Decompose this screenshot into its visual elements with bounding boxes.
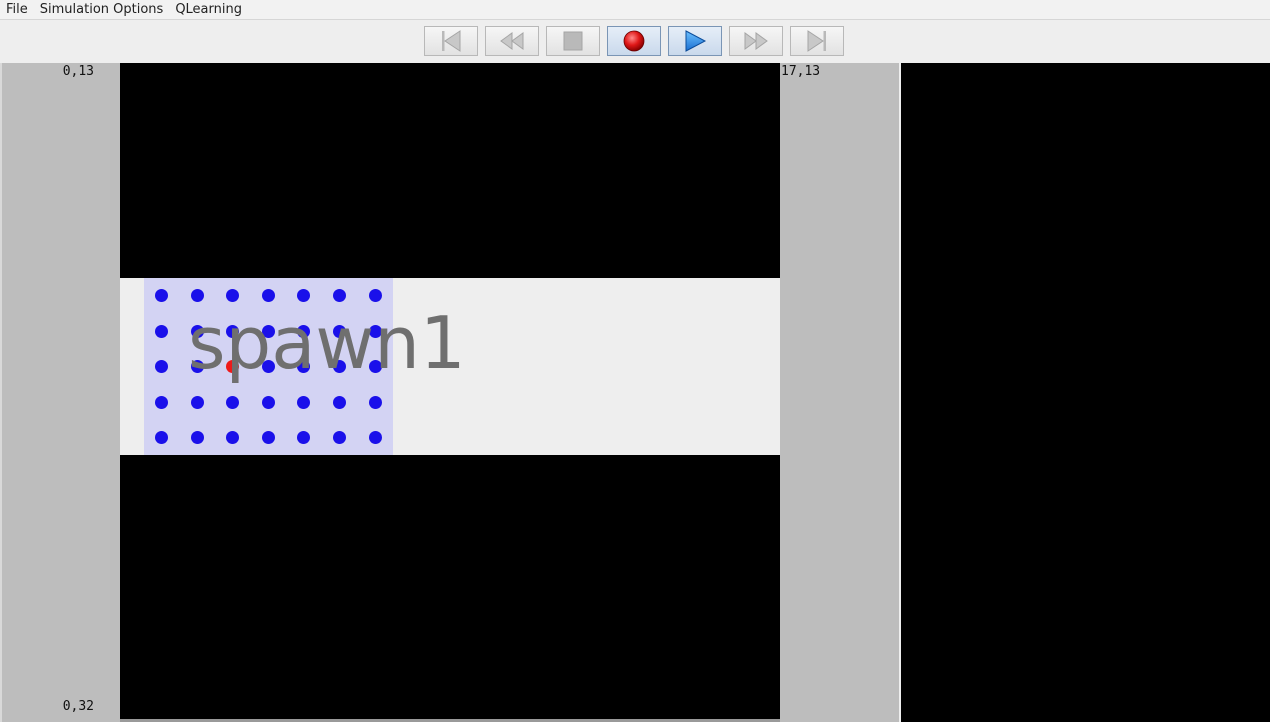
agent[interactable] xyxy=(155,360,168,374)
coord-top-right: 17,13 xyxy=(781,64,821,79)
agent[interactable] xyxy=(297,395,311,409)
menu-qlearning[interactable]: QLearning xyxy=(169,0,248,20)
agent[interactable] xyxy=(368,431,382,445)
play-icon xyxy=(685,30,707,52)
skip-to-start-button[interactable] xyxy=(424,26,478,56)
skip-end-icon xyxy=(807,30,826,52)
agent[interactable] xyxy=(155,289,168,302)
agent[interactable] xyxy=(190,431,204,445)
left-coordinate-gutter: 0,13 0,32 xyxy=(0,63,120,722)
skip-to-end-button[interactable] xyxy=(790,26,844,56)
coord-bottom-left: 0,32 xyxy=(62,699,94,714)
spawn-label: spawn1 xyxy=(188,301,466,385)
stop-icon xyxy=(563,31,583,51)
menu-file[interactable]: File xyxy=(0,0,34,20)
agent[interactable] xyxy=(155,324,168,338)
agent[interactable] xyxy=(297,431,311,445)
agent[interactable] xyxy=(333,395,346,409)
agent[interactable] xyxy=(333,431,346,445)
agent[interactable] xyxy=(226,395,240,409)
fast-forward-icon xyxy=(744,32,768,50)
menu-bar: File Simulation Options QLearning xyxy=(0,0,1270,20)
stop-button[interactable] xyxy=(546,26,600,56)
playback-toolbar xyxy=(0,20,1270,62)
walkable-corridor: spawn1 xyxy=(120,278,780,455)
spawn-area[interactable]: spawn1 xyxy=(144,278,466,455)
agent[interactable] xyxy=(261,431,275,445)
coord-top-left: 0,13 xyxy=(62,64,94,79)
rewind-icon xyxy=(500,32,524,50)
agent[interactable] xyxy=(155,395,168,409)
rewind-button[interactable] xyxy=(485,26,539,56)
agent[interactable] xyxy=(226,431,240,445)
agent[interactable] xyxy=(261,395,275,409)
record-icon xyxy=(623,30,645,52)
simulation-canvas[interactable]: spawn1 xyxy=(120,63,780,720)
record-button[interactable] xyxy=(607,26,661,56)
fast-forward-button[interactable] xyxy=(729,26,783,56)
menu-simulation-options[interactable]: Simulation Options xyxy=(34,0,170,20)
agent[interactable] xyxy=(190,395,204,409)
right-coordinate-gutter: 17,13 xyxy=(780,63,899,722)
side-panel xyxy=(901,63,1270,722)
play-button[interactable] xyxy=(668,26,722,56)
agent[interactable] xyxy=(155,431,168,445)
skip-start-icon xyxy=(442,30,461,52)
agent[interactable] xyxy=(368,395,382,409)
